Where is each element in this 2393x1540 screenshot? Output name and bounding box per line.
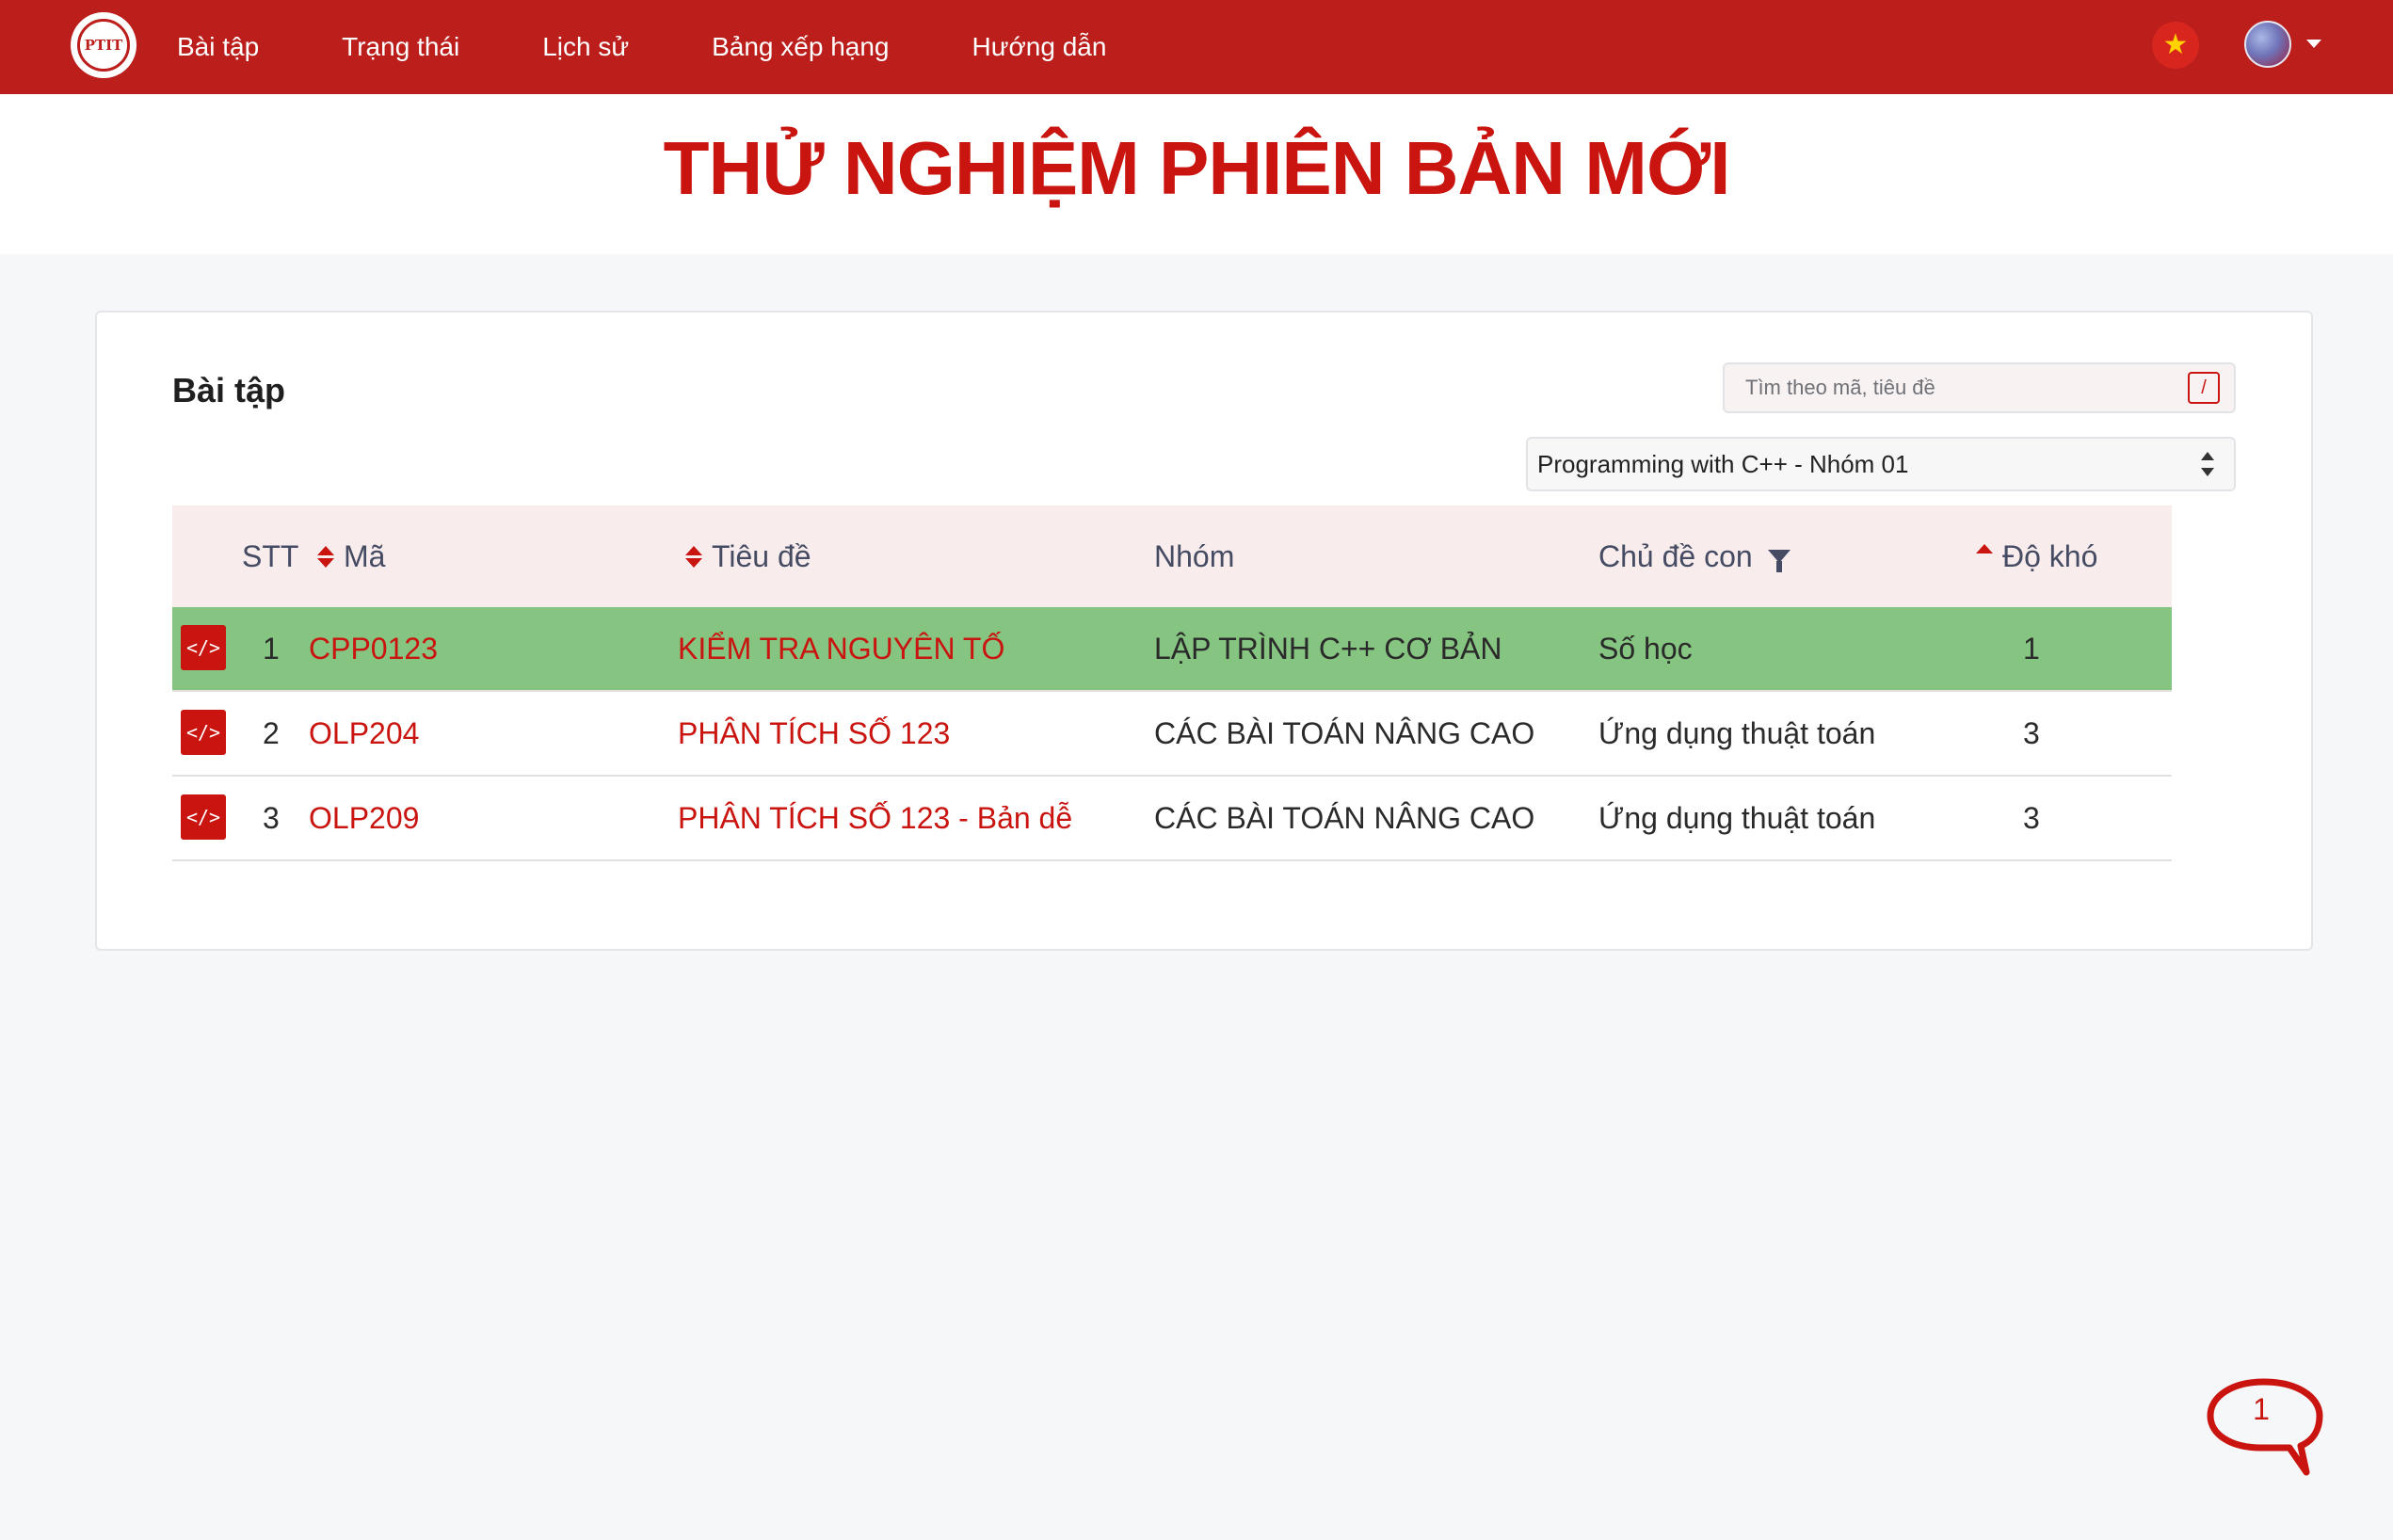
- exercise-card: Bài tập / Programming with C++ - Nhóm 01…: [95, 311, 2313, 951]
- row-group: CÁC BÀI TOÁN NÂNG CAO: [1154, 800, 1535, 835]
- row-difficulty: 3: [2023, 715, 2040, 750]
- row-subtopic: Số học: [1598, 631, 1693, 666]
- row-subtopic: Ứng dụng thuật toán: [1598, 800, 1876, 835]
- nav-item-bang-xep-hang[interactable]: Bảng xếp hạng: [712, 32, 889, 62]
- row-group: CÁC BÀI TOÁN NÂNG CAO: [1154, 715, 1535, 750]
- sort-asc-icon: [1976, 543, 1993, 556]
- nav-item-bai-tap[interactable]: Bài tập: [177, 32, 259, 62]
- group-select-value: Programming with C++ - Nhóm 01: [1537, 449, 1909, 478]
- header-stt: STT: [242, 538, 299, 573]
- logo-text: PTIT: [77, 19, 130, 72]
- search-shortcut-key: /: [2188, 372, 2220, 404]
- row-subtopic: Ứng dụng thuật toán: [1598, 715, 1876, 750]
- nav-item-huong-dan[interactable]: Hướng dẫn: [972, 32, 1106, 62]
- row-stt: 2: [263, 715, 280, 750]
- nav-menu: Bài tập Trạng thái Lịch sử Bảng xếp hạng…: [177, 0, 1189, 94]
- row-title-link[interactable]: PHÂN TÍCH SỐ 123 - Bản dễ: [678, 777, 1072, 859]
- search-box: /: [1723, 362, 2236, 413]
- row-difficulty: 1: [2023, 631, 2040, 666]
- chevron-down-icon[interactable]: [2306, 40, 2321, 48]
- table-row[interactable]: </> 3 OLP209 PHÂN TÍCH SỐ 123 - Bản dễ C…: [172, 777, 2172, 861]
- sort-icon: [317, 545, 334, 568]
- header-subtopic[interactable]: Chủ đề con: [1598, 505, 1791, 607]
- header-title-label: Tiêu đề: [712, 538, 811, 573]
- table-header: STT Mã Tiêu đề Nhóm Chủ đề con Độ khó: [172, 505, 2172, 607]
- vietnam-flag-icon[interactable]: ★: [2152, 22, 2199, 69]
- group-select[interactable]: Programming with C++ - Nhóm 01: [1526, 437, 2236, 491]
- row-title-link[interactable]: PHÂN TÍCH SỐ 123: [678, 692, 950, 775]
- row-title-link[interactable]: KIỂM TRA NGUYÊN TỐ: [678, 607, 1004, 690]
- sort-icon: [685, 545, 702, 568]
- search-input[interactable]: [1725, 364, 2176, 411]
- exercise-table: STT Mã Tiêu đề Nhóm Chủ đề con Độ khó </…: [172, 505, 2172, 861]
- header-group: Nhóm: [1154, 538, 1235, 573]
- chat-bubble-icon: 1: [2207, 1378, 2323, 1476]
- row-code-link[interactable]: OLP204: [309, 692, 419, 775]
- header-code-label: Mã: [344, 538, 386, 573]
- header-subtopic-label: Chủ đề con: [1598, 538, 1753, 573]
- filter-icon[interactable]: [1767, 550, 1791, 572]
- table-row[interactable]: </> 1 CPP0123 KIỂM TRA NGUYÊN TỐ LẬP TRÌ…: [172, 607, 2172, 692]
- banner-title: THỬ NGHIỆM PHIÊN BẢN MỚI: [663, 126, 1731, 210]
- table-row[interactable]: </> 2 OLP204 PHÂN TÍCH SỐ 123 CÁC BÀI TO…: [172, 692, 2172, 777]
- top-navbar: PTIT Bài tập Trạng thái Lịch sử Bảng xếp…: [0, 0, 2393, 94]
- chat-count: 1: [2253, 1392, 2270, 1426]
- header-difficulty[interactable]: Độ khó: [1976, 505, 2097, 607]
- ptit-logo[interactable]: PTIT: [71, 12, 137, 78]
- card-title: Bài tập: [172, 371, 286, 409]
- row-stt: 3: [263, 800, 280, 835]
- select-arrows-icon: [2200, 452, 2215, 476]
- row-group: LẬP TRÌNH C++ CƠ BẢN: [1154, 631, 1502, 666]
- row-code-link[interactable]: CPP0123: [309, 607, 438, 690]
- nav-item-trang-thai[interactable]: Trạng thái: [342, 32, 459, 62]
- header-difficulty-label: Độ khó: [2002, 538, 2098, 573]
- header-title[interactable]: Tiêu đề: [685, 505, 811, 607]
- header-code[interactable]: Mã: [317, 505, 385, 607]
- row-code-link[interactable]: OLP209: [309, 777, 419, 859]
- nav-item-lich-su[interactable]: Lịch sử: [542, 32, 629, 62]
- code-icon[interactable]: </>: [181, 794, 226, 840]
- user-avatar[interactable]: [2244, 21, 2291, 68]
- code-icon[interactable]: </>: [181, 710, 226, 755]
- row-difficulty: 3: [2023, 800, 2040, 835]
- row-stt: 1: [263, 631, 280, 666]
- code-icon[interactable]: </>: [181, 625, 226, 670]
- announcement-banner: THỬ NGHIỆM PHIÊN BẢN MỚI: [0, 94, 2393, 254]
- chat-bubble-button[interactable]: 1: [2203, 1374, 2325, 1478]
